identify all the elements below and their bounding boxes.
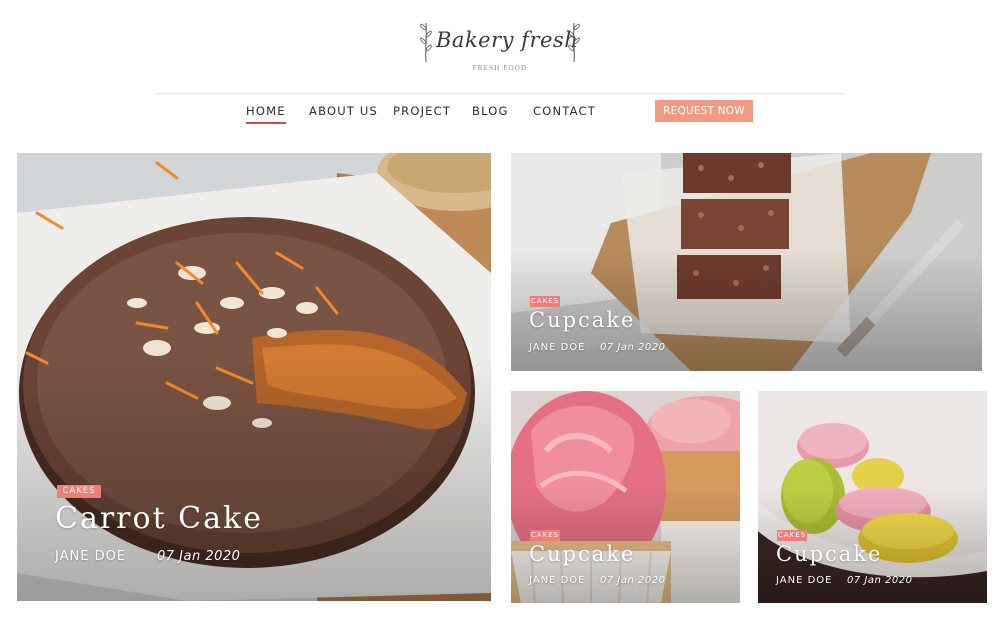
post-card-carrot-cake[interactable]: CAKES Carrot Cake JANE DOE 07 Jan 2020 [17, 153, 491, 601]
site-logo[interactable]: Bakery fresh FRESH FOOD [418, 20, 582, 76]
post-title[interactable]: Cupcake [529, 542, 635, 566]
nav-blog[interactable]: BLOG [472, 104, 509, 118]
post-title[interactable]: Cupcake [776, 542, 882, 566]
post-date: 07 Jan 2020 [600, 342, 666, 353]
post-author[interactable]: JANE DOE [529, 342, 585, 353]
nav-contact[interactable]: CONTACT [533, 104, 596, 118]
logo-tagline: FRESH FOOD [472, 64, 528, 72]
post-date: 07 Jan 2020 [600, 575, 666, 586]
category-badge[interactable]: CAKES [530, 530, 560, 541]
leaf-sprig-left-icon [420, 22, 432, 63]
header-divider [155, 93, 845, 94]
category-badge[interactable]: CAKES [777, 530, 807, 541]
nav-project[interactable]: PROJECT [393, 104, 451, 118]
image-gradient-overlay [511, 153, 982, 371]
nav-home[interactable]: HOME [246, 104, 286, 124]
image-gradient-overlay [511, 391, 740, 603]
post-date: 07 Jan 2020 [847, 575, 913, 586]
post-title[interactable]: Cupcake [529, 308, 635, 332]
post-card-cupcake-1[interactable]: CAKES Cupcake JANE DOE 07 Jan 2020 [511, 153, 982, 371]
category-badge[interactable]: CAKES [530, 296, 560, 307]
category-badge[interactable]: CAKES [57, 485, 101, 498]
nav-about-us[interactable]: ABOUT US [309, 104, 378, 118]
post-date: 07 Jan 2020 [157, 549, 241, 564]
leaf-sprig-right-icon [568, 22, 580, 63]
image-gradient-overlay [758, 391, 987, 603]
logo-script-text: Bakery fresh [436, 28, 579, 52]
post-author[interactable]: JANE DOE [776, 575, 832, 586]
post-author[interactable]: JANE DOE [55, 549, 126, 564]
post-title[interactable]: Carrot Cake [55, 501, 263, 536]
post-card-cupcake-2[interactable]: CAKES Cupcake JANE DOE 07 Jan 2020 [511, 391, 740, 603]
request-now-button[interactable]: REQUEST NOW [655, 100, 753, 122]
post-card-cupcake-3[interactable]: CAKES Cupcake JANE DOE 07 Jan 2020 [758, 391, 987, 603]
post-author[interactable]: JANE DOE [529, 575, 585, 586]
